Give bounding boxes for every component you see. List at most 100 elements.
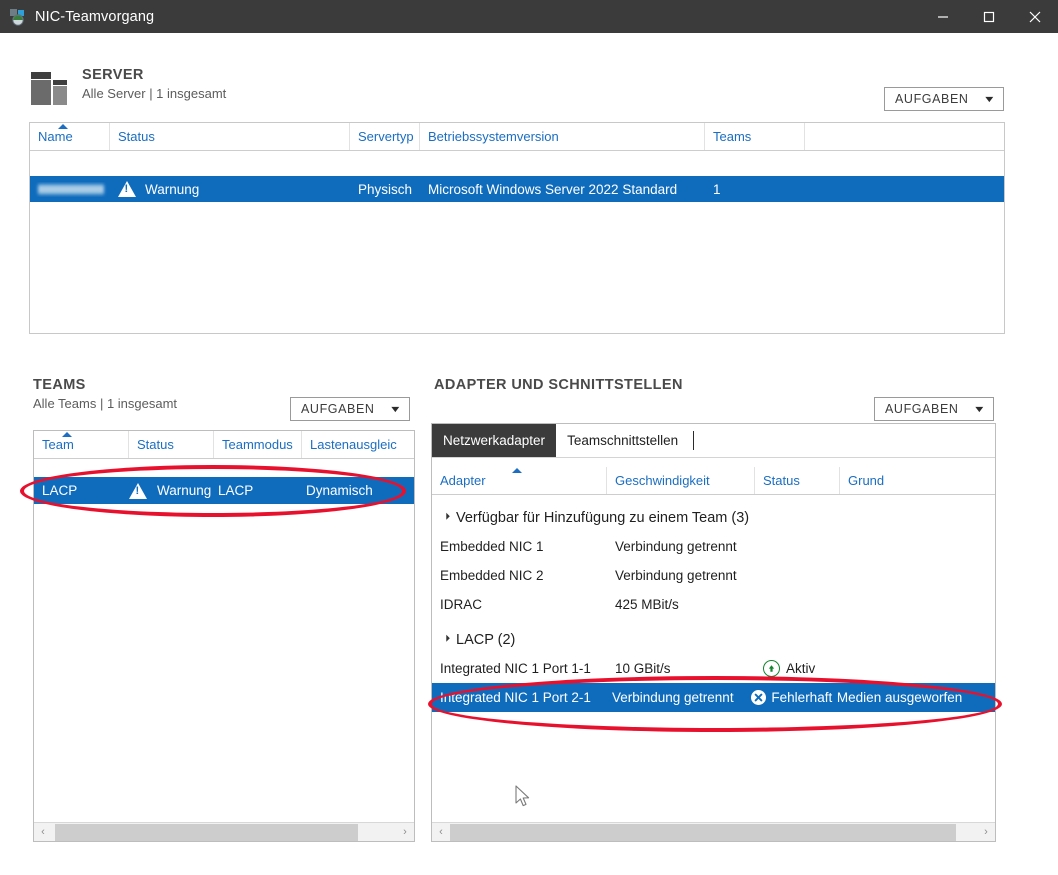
scroll-right-arrow-icon[interactable]: › [396, 824, 414, 841]
server-section-title: SERVER [82, 67, 144, 83]
server-cell-osversion: Microsoft Windows Server 2022 Standard [428, 181, 678, 197]
teams-section-subtitle: Alle Teams | 1 insgesamt [33, 396, 178, 411]
table-row[interactable]: Embedded NIC 1 Verbindung getrennt [432, 532, 995, 561]
sort-ascending-icon [512, 468, 522, 473]
server-tasks-label: AUFGABEN [895, 92, 969, 106]
adapter-status: Fehlerhaft [749, 690, 833, 705]
server-section-header: SERVER Alle Server | 1 insgesamt [29, 67, 226, 112]
adapters-tabstrip: Netzwerkadapter Teamschnittstellen [432, 424, 995, 458]
adapters-section-header: ADAPTER UND SCHNITTSTELLEN [434, 377, 683, 394]
window-title: NIC-Teamvorgang [35, 8, 155, 25]
table-row[interactable]: LACP Warnung LACP Dynamisch [34, 477, 414, 504]
table-row[interactable]: Warnung Physisch Microsoft Windows Serve… [30, 176, 1004, 202]
adapters-col-geschwindigkeit[interactable]: Geschwindigkeit [607, 467, 755, 494]
server-grid-header: Name Status Servertyp Betriebssystemvers… [30, 123, 1004, 151]
teams-col-status[interactable]: Status [129, 431, 214, 458]
adapters-horizontal-scrollbar[interactable]: ‹ › [432, 822, 995, 841]
teams-grid-header: Team Status Teammodus Lastenausgleic [34, 431, 414, 459]
tab-netzwerkadapter[interactable]: Netzwerkadapter [432, 424, 557, 457]
sort-ascending-icon [58, 124, 68, 129]
teams-tasks-button[interactable]: AUFGABEN ▼ [290, 397, 410, 421]
text-cursor [693, 431, 695, 450]
redacted-server-name [38, 184, 104, 196]
teams-section-header: TEAMS Alle Teams | 1 insgesamt [33, 377, 177, 413]
adapter-name: Integrated NIC 1 Port 2-1 [440, 690, 591, 705]
table-row[interactable]: Embedded NIC 2 Verbindung getrennt [432, 561, 995, 590]
adapters-scroll-track[interactable] [450, 823, 977, 841]
adapters-col-adapter[interactable]: Adapter [432, 467, 607, 494]
table-row[interactable]: Integrated NIC 1 Port 2-1 Verbindung get… [432, 683, 995, 712]
chevron-down-icon: ▼ [983, 94, 998, 104]
adapter-name: Integrated NIC 1 Port 1-1 [440, 661, 591, 676]
chevron-down-icon: ▼ [973, 404, 988, 414]
server-grid: Name Status Servertyp Betriebssystemvers… [29, 122, 1005, 334]
adapter-name: Embedded NIC 1 [440, 539, 544, 554]
close-button[interactable] [1012, 0, 1058, 33]
adapter-status: Aktiv [755, 660, 840, 677]
window-body: SERVER Alle Server | 1 insgesamt AUFGABE… [0, 33, 1058, 875]
adapters-col-status[interactable]: Status [755, 467, 840, 494]
server-col-status[interactable]: Status [110, 123, 350, 150]
maximize-button[interactable] [966, 0, 1012, 33]
server-tasks-button[interactable]: AUFGABEN ▼ [884, 87, 1004, 111]
adapter-reason: Medien ausgeworfen [836, 690, 963, 705]
active-up-arrow-icon [763, 660, 780, 677]
server-col-name[interactable]: Name [30, 123, 110, 150]
warning-icon [118, 181, 136, 197]
teams-scroll-track[interactable] [52, 823, 396, 841]
teams-cell-lastenausgleich: Dynamisch [306, 483, 373, 498]
chevron-collapse-icon [439, 634, 450, 645]
teams-col-teammodus[interactable]: Teammodus [214, 431, 302, 458]
scroll-left-arrow-icon[interactable]: ‹ [432, 824, 450, 841]
server-col-filler [805, 123, 1004, 150]
chevron-collapse-icon [439, 512, 450, 523]
adapters-tasks-button[interactable]: AUFGABEN ▼ [874, 397, 994, 421]
server-cell-name [30, 182, 110, 197]
adapter-name: Embedded NIC 2 [440, 568, 544, 583]
adapter-speed: 10 GBit/s [615, 661, 671, 676]
group-header-lacp[interactable]: LACP (2) [432, 625, 995, 654]
adapter-speed: Verbindung getrennt [615, 539, 737, 554]
title-bar: NIC-Teamvorgang [0, 0, 1058, 33]
table-row[interactable]: Integrated NIC 1 Port 1-1 10 GBit/s Akti… [432, 654, 995, 683]
sort-ascending-icon [62, 432, 72, 437]
server-col-servertyp[interactable]: Servertyp [350, 123, 420, 150]
server-col-osversion[interactable]: Betriebssystemversion [420, 123, 705, 150]
chevron-down-icon: ▼ [389, 404, 404, 414]
adapters-tasks-label: AUFGABEN [885, 402, 959, 416]
adapter-speed: 425 MBit/s [615, 597, 679, 612]
teams-horizontal-scrollbar[interactable]: ‹ › [34, 822, 414, 841]
nic-teaming-icon [9, 8, 27, 26]
server-cell-status: Warnung [110, 181, 350, 197]
mouse-cursor [515, 785, 533, 815]
server-col-teams[interactable]: Teams [705, 123, 805, 150]
adapters-grid-header: Adapter Geschwindigkeit Status Grund [432, 467, 995, 495]
teams-cell-status: Warnung [129, 482, 214, 499]
fault-x-icon [751, 690, 767, 705]
adapters-col-grund[interactable]: Grund [840, 467, 995, 494]
teams-cell-teammodus: LACP [218, 483, 254, 498]
adapter-speed: Verbindung getrennt [615, 568, 737, 583]
adapters-panel: Netzwerkadapter Teamschnittstellen Adapt… [431, 423, 996, 842]
server-section-subtitle: Alle Server | 1 insgesamt [82, 86, 227, 101]
server-cell-teams: 1 [713, 181, 721, 197]
minimize-button[interactable] [920, 0, 966, 33]
window-controls [920, 0, 1058, 33]
teams-tasks-label: AUFGABEN [301, 402, 375, 416]
teams-grid: Team Status Teammodus Lastenausgleic LAC… [33, 430, 415, 842]
teams-col-lastenausgleich[interactable]: Lastenausgleic [302, 431, 414, 458]
scroll-left-arrow-icon[interactable]: ‹ [34, 824, 52, 841]
group-header-available[interactable]: Verfügbar für Hinzufügung zu einem Team … [432, 503, 995, 532]
server-status-text: Warnung [145, 181, 200, 197]
table-row[interactable]: IDRAC 425 MBit/s [432, 590, 995, 619]
server-icon [29, 69, 69, 112]
warning-icon [129, 482, 147, 499]
server-cell-servertyp: Physisch [358, 181, 413, 197]
adapters-scroll-thumb[interactable] [450, 823, 956, 841]
teams-section-title: TEAMS [33, 377, 86, 393]
teams-col-team[interactable]: Team [34, 431, 129, 458]
teams-scroll-thumb[interactable] [55, 823, 359, 841]
tab-teamschnittstellen[interactable]: Teamschnittstellen [556, 424, 689, 457]
scroll-right-arrow-icon[interactable]: › [977, 824, 995, 841]
adapters-section-title: ADAPTER UND SCHNITTSTELLEN [434, 377, 683, 393]
